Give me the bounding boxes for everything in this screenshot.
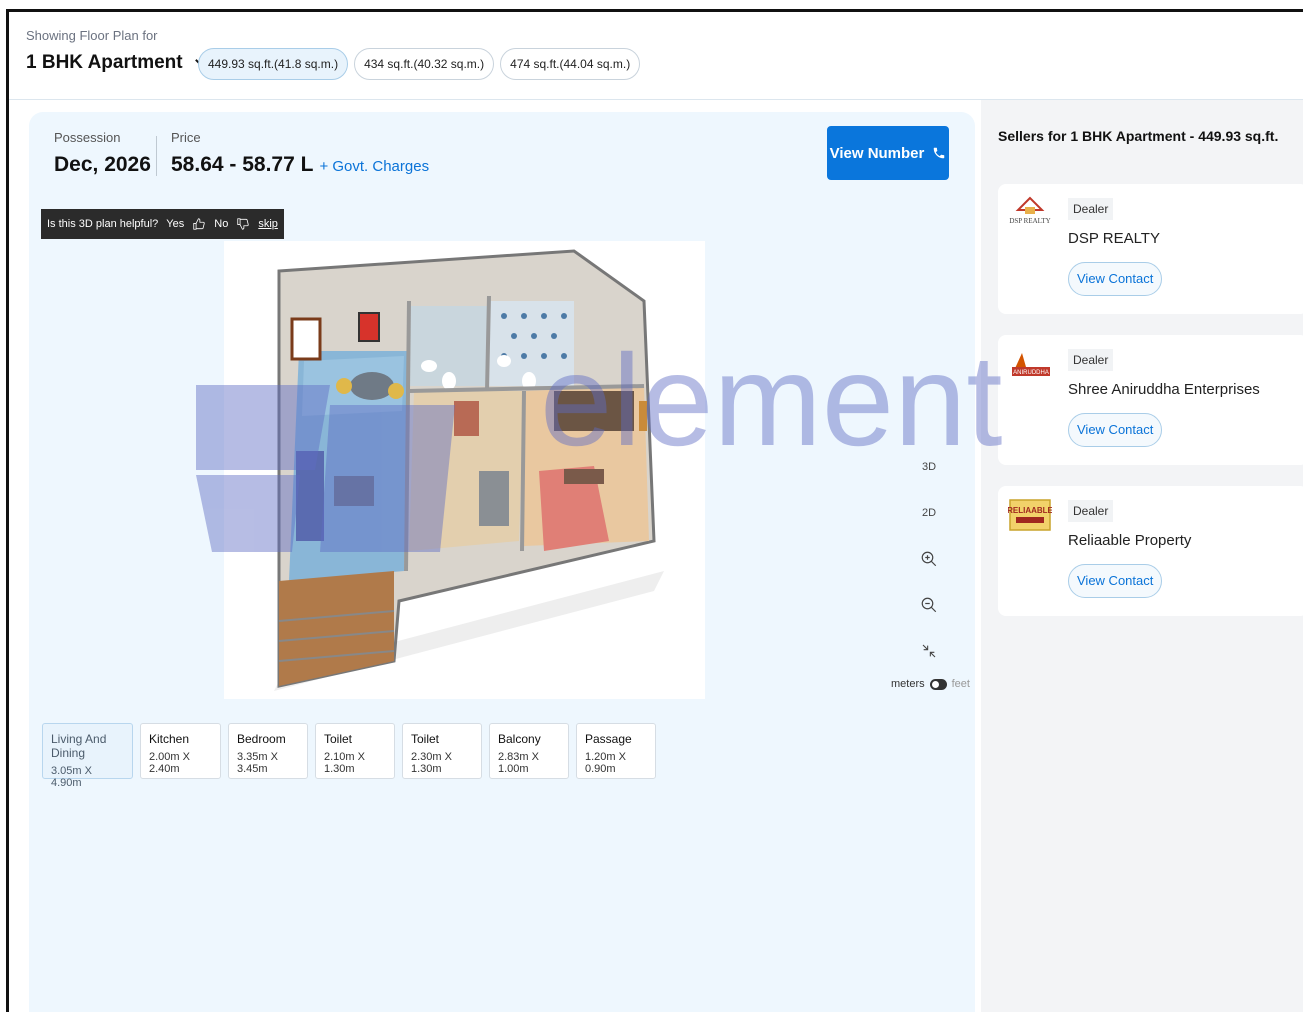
room-dims: 3.05m X 4.90m xyxy=(51,765,92,789)
dealer-name: DSP REALTY xyxy=(1068,230,1160,247)
dsp-realty-logo: DSP REALTY xyxy=(1008,196,1052,230)
reliaable-logo: RELIAABLE xyxy=(1008,499,1052,531)
svg-text:DSP REALTY: DSP REALTY xyxy=(1009,217,1050,225)
zoom-in-icon[interactable] xyxy=(917,547,941,571)
unit-meters[interactable]: meters xyxy=(891,678,925,690)
view-number-label: View Number xyxy=(829,144,925,162)
size-option[interactable]: 474 sq.ft.(44.04 sq.m.) xyxy=(500,48,641,80)
room-dims: 3.35m X 3.45m xyxy=(237,751,278,775)
room-card[interactable]: Toilet 2.10m X 1.30m xyxy=(315,723,395,779)
seller-card: ANIRUDDHA Dealer Shree Aniruddha Enterpr… xyxy=(998,335,1303,465)
unit-toggle[interactable]: meters feet xyxy=(891,678,970,690)
view-contact-button[interactable]: View Contact xyxy=(1068,564,1163,598)
dealer-name: Reliaable Property xyxy=(1068,532,1192,549)
page-frame: Showing Floor Plan for 1 BHK Apartment 4… xyxy=(6,9,1303,1012)
thumbs-up-icon[interactable] xyxy=(192,217,206,231)
room-dims: 2.30m X 1.30m xyxy=(411,751,452,775)
view-contact-button[interactable]: View Contact xyxy=(1068,262,1163,296)
feedback-bar: Is this 3D plan helpful? Yes No skip xyxy=(41,209,284,239)
room-name: Passage xyxy=(585,732,632,746)
dealer-name: Shree Aniruddha Enterprises xyxy=(1068,381,1260,398)
room-name: Toilet xyxy=(324,732,353,746)
room-dims: 2.00m X 2.40m xyxy=(149,751,190,775)
view-number-button[interactable]: View Number xyxy=(827,126,949,180)
feedback-skip[interactable]: skip xyxy=(258,218,278,230)
room-dims: 2.10m X 1.30m xyxy=(324,751,365,775)
dealer-badge: Dealer xyxy=(1068,500,1114,522)
size-option[interactable]: 449.93 sq.ft.(41.8 sq.m.) xyxy=(198,48,349,80)
showing-label: Showing Floor Plan for xyxy=(26,28,158,43)
viewer-tools: 3D 2D xyxy=(917,455,941,663)
feedback-yes[interactable]: Yes xyxy=(166,218,184,230)
feedback-no[interactable]: No xyxy=(214,218,228,230)
floor-plan-3d-image[interactable] xyxy=(224,241,705,699)
svg-text:RELIAABLE: RELIAABLE xyxy=(1008,506,1052,515)
collapse-icon[interactable] xyxy=(917,639,941,663)
sellers-panel: Sellers for 1 BHK Apartment - 449.93 sq.… xyxy=(981,100,1303,1012)
room-card[interactable]: Bedroom 3.35m X 3.45m xyxy=(228,723,308,779)
room-name: Bedroom xyxy=(237,732,286,746)
seller-card: RELIAABLE Dealer Reliaable Property View… xyxy=(998,486,1303,616)
svg-text:ANIRUDDHA: ANIRUDDHA xyxy=(1013,370,1049,376)
govt-charges-link[interactable]: + Govt. Charges xyxy=(319,158,429,175)
room-name: Living And Dining xyxy=(51,732,107,760)
room-name: Kitchen xyxy=(149,732,190,746)
configuration-dropdown[interactable]: 1 BHK Apartment xyxy=(26,52,208,74)
room-name: Toilet xyxy=(411,732,440,746)
possession-block: Possession Dec, 2026 xyxy=(54,130,151,177)
room-card[interactable]: Toilet 2.30m X 1.30m xyxy=(402,723,482,779)
configuration-label: 1 BHK Apartment xyxy=(26,52,183,73)
view-2d-button[interactable]: 2D xyxy=(917,501,941,525)
room-list: Living And Dining 3.05m X 4.90m Kitchen … xyxy=(42,723,656,789)
room-card[interactable]: Passage 1.20m X 0.90m xyxy=(576,723,656,779)
room-card[interactable]: Kitchen 2.00m X 2.40m xyxy=(140,723,221,779)
unit-feet[interactable]: feet xyxy=(952,678,970,690)
floor-plan-header: Showing Floor Plan for 1 BHK Apartment 4… xyxy=(9,12,1303,100)
view-3d-button[interactable]: 3D xyxy=(917,455,941,479)
dealer-badge: Dealer xyxy=(1068,198,1114,220)
room-dims: 2.83m X 1.00m xyxy=(498,751,539,775)
phone-icon xyxy=(934,147,945,159)
feedback-question: Is this 3D plan helpful? xyxy=(47,218,159,230)
size-option[interactable]: 434 sq.ft.(40.32 sq.m.) xyxy=(354,48,495,80)
aniruddha-logo: ANIRUDDHA xyxy=(1008,347,1052,381)
price-label: Price xyxy=(171,130,201,145)
room-dims: 1.20m X 0.90m xyxy=(585,751,626,775)
seller-card: DSP REALTY Dealer DSP REALTY View Contac… xyxy=(998,184,1303,314)
dealer-badge: Dealer xyxy=(1068,349,1114,371)
zoom-out-icon[interactable] xyxy=(917,593,941,617)
divider xyxy=(156,136,157,176)
size-options: 449.93 sq.ft.(41.8 sq.m.) 434 sq.ft.(40.… xyxy=(198,48,641,80)
room-card[interactable]: Balcony 2.83m X 1.00m xyxy=(489,723,569,779)
price-value: 58.64 - 58.77 L xyxy=(171,153,314,176)
possession-value: Dec, 2026 xyxy=(54,153,151,176)
price-block: Price 58.64 - 58.77 L + Govt. Charges xyxy=(171,130,429,177)
sellers-title: Sellers for 1 BHK Apartment - 449.93 sq.… xyxy=(998,128,1279,144)
room-card[interactable]: Living And Dining 3.05m X 4.90m xyxy=(42,723,133,789)
room-name: Balcony xyxy=(498,732,541,746)
possession-label: Possession xyxy=(54,130,121,145)
unit-switch[interactable] xyxy=(929,678,947,690)
floor-plan-panel: Possession Dec, 2026 Price 58.64 - 58.77… xyxy=(29,112,975,1012)
view-contact-button[interactable]: View Contact xyxy=(1068,413,1163,447)
thumbs-down-icon[interactable] xyxy=(236,217,250,231)
